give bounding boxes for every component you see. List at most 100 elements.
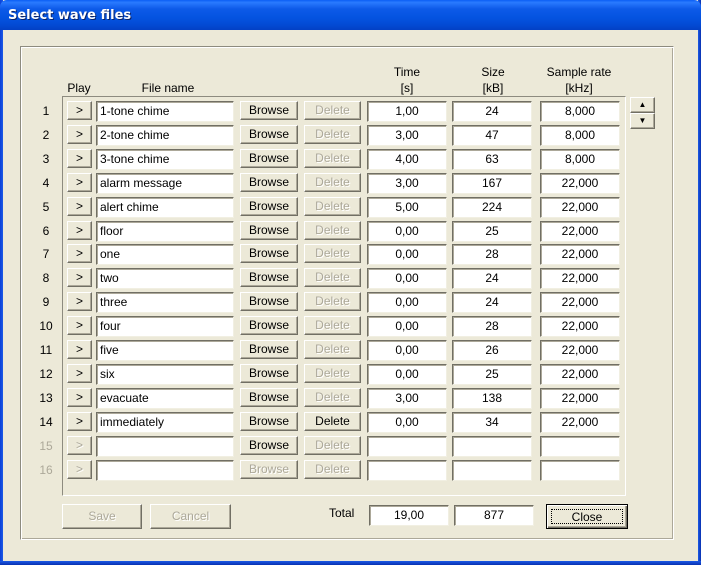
file-name-input[interactable]: floor xyxy=(96,221,234,242)
browse-button[interactable]: Browse xyxy=(240,436,298,455)
file-name-input[interactable]: 2-tone chime xyxy=(96,125,234,146)
delete-button[interactable]: Delete xyxy=(304,388,361,407)
file-name-input[interactable]: five xyxy=(96,340,234,361)
browse-button[interactable]: Browse xyxy=(240,221,298,240)
size-field: 47 xyxy=(452,125,532,146)
file-name-input[interactable]: immediately xyxy=(96,412,234,433)
sample-rate-field: 22,000 xyxy=(540,221,620,242)
browse-button[interactable]: Browse xyxy=(240,316,298,335)
row-number: 1 xyxy=(42,104,50,118)
play-button[interactable]: > xyxy=(67,292,92,311)
file-name-input[interactable]: two xyxy=(96,268,234,289)
delete-button[interactable]: Delete xyxy=(304,149,361,168)
file-name-input[interactable]: alarm message xyxy=(96,173,234,194)
play-button[interactable]: > xyxy=(67,412,92,431)
file-name-input[interactable] xyxy=(96,436,234,457)
sample-rate-field: 22,000 xyxy=(540,316,620,337)
row-number: 14 xyxy=(39,415,53,429)
header-file-name: File name xyxy=(141,81,195,95)
browse-button[interactable]: Browse xyxy=(240,388,298,407)
delete-button[interactable]: Delete xyxy=(304,292,361,311)
size-field: 24 xyxy=(452,268,532,289)
play-button[interactable]: > xyxy=(67,125,92,144)
file-name-input[interactable]: one xyxy=(96,244,234,265)
play-button[interactable]: > xyxy=(67,268,92,287)
title-bar[interactable]: Select wave files xyxy=(0,0,701,30)
play-button[interactable]: > xyxy=(67,436,92,455)
delete-button[interactable]: Delete xyxy=(304,460,361,479)
file-name-input[interactable]: four xyxy=(96,316,234,337)
row-number: 2 xyxy=(42,128,50,142)
play-button[interactable]: > xyxy=(67,340,92,359)
delete-button[interactable]: Delete xyxy=(304,340,361,359)
cancel-button[interactable]: Cancel xyxy=(150,504,231,529)
browse-button[interactable]: Browse xyxy=(240,460,298,479)
close-button[interactable]: Close xyxy=(546,504,628,529)
delete-button[interactable]: Delete xyxy=(304,244,361,263)
sample-rate-field: 22,000 xyxy=(540,197,620,218)
browse-button[interactable]: Browse xyxy=(240,101,298,120)
time-field: 0,00 xyxy=(367,244,447,265)
time-field: 4,00 xyxy=(367,149,447,170)
browse-button[interactable]: Browse xyxy=(240,173,298,192)
play-button[interactable]: > xyxy=(67,388,92,407)
file-name-input[interactable]: six xyxy=(96,364,234,385)
file-name-input[interactable]: evacuate xyxy=(96,388,234,409)
delete-button[interactable]: Delete xyxy=(304,412,361,431)
file-name-input[interactable]: 1-tone chime xyxy=(96,101,234,122)
time-field: 0,00 xyxy=(367,292,447,313)
browse-button[interactable]: Browse xyxy=(240,340,298,359)
file-name-input[interactable]: three xyxy=(96,292,234,313)
browse-button[interactable]: Browse xyxy=(240,412,298,431)
browse-button[interactable]: Browse xyxy=(240,125,298,144)
time-field: 1,00 xyxy=(367,101,447,122)
file-name-input[interactable]: alert chime xyxy=(96,197,234,218)
delete-button[interactable]: Delete xyxy=(304,173,361,192)
browse-button[interactable]: Browse xyxy=(240,244,298,263)
file-name-input[interactable] xyxy=(96,460,234,481)
delete-button[interactable]: Delete xyxy=(304,101,361,120)
play-button[interactable]: > xyxy=(67,316,92,335)
play-button[interactable]: > xyxy=(67,364,92,383)
arrow-down-icon: ▼ xyxy=(638,116,647,125)
play-button[interactable]: > xyxy=(67,149,92,168)
row-number: 7 xyxy=(42,247,50,261)
save-button[interactable]: Save xyxy=(62,504,142,529)
time-field: 0,00 xyxy=(367,316,447,337)
browse-button[interactable]: Browse xyxy=(240,268,298,287)
time-field: 0,00 xyxy=(367,221,447,242)
play-button[interactable]: > xyxy=(67,173,92,192)
play-button[interactable]: > xyxy=(67,460,92,479)
header-time: Time xyxy=(393,65,421,79)
delete-button[interactable]: Delete xyxy=(304,316,361,335)
browse-button[interactable]: Browse xyxy=(240,364,298,383)
delete-button[interactable]: Delete xyxy=(304,364,361,383)
header-size-unit: [kB] xyxy=(482,81,504,95)
play-button[interactable]: > xyxy=(67,244,92,263)
sample-rate-field: 22,000 xyxy=(540,292,620,313)
row-number: 13 xyxy=(39,391,53,405)
row-number: 4 xyxy=(42,176,50,190)
sample-rate-field: 22,000 xyxy=(540,173,620,194)
delete-button[interactable]: Delete xyxy=(304,221,361,240)
play-button[interactable]: > xyxy=(67,221,92,240)
sample-rate-field xyxy=(540,436,620,457)
size-field: 24 xyxy=(452,292,532,313)
file-name-input[interactable]: 3-tone chime xyxy=(96,149,234,170)
delete-button[interactable]: Delete xyxy=(304,268,361,287)
play-button[interactable]: > xyxy=(67,197,92,216)
header-time-unit: [s] xyxy=(400,81,414,95)
browse-button[interactable]: Browse xyxy=(240,197,298,216)
play-button[interactable]: > xyxy=(67,101,92,120)
scroll-down-button[interactable]: ▼ xyxy=(630,113,655,129)
delete-button[interactable]: Delete xyxy=(304,125,361,144)
size-field: 24 xyxy=(452,101,532,122)
size-field xyxy=(452,436,532,457)
browse-button[interactable]: Browse xyxy=(240,149,298,168)
scroll-up-button[interactable]: ▲ xyxy=(630,97,655,113)
delete-button[interactable]: Delete xyxy=(304,436,361,455)
browse-button[interactable]: Browse xyxy=(240,292,298,311)
time-field: 0,00 xyxy=(367,268,447,289)
delete-button[interactable]: Delete xyxy=(304,197,361,216)
time-field: 0,00 xyxy=(367,340,447,361)
